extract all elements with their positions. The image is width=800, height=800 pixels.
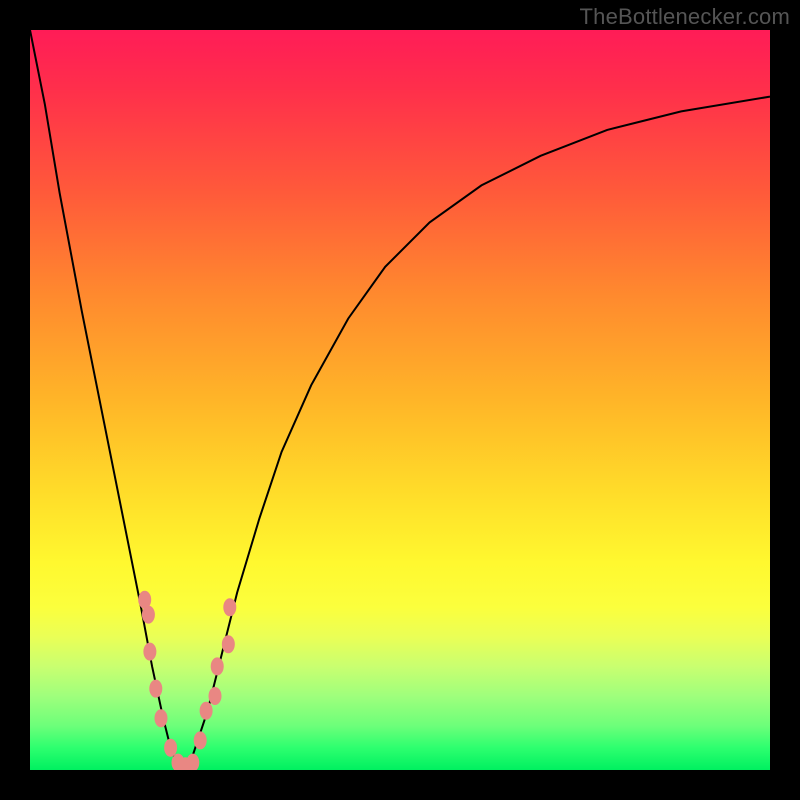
data-marker — [142, 606, 155, 624]
data-marker — [143, 643, 156, 661]
data-marker — [200, 702, 213, 720]
data-marker — [222, 635, 235, 653]
data-marker — [164, 739, 177, 757]
data-marker — [211, 657, 224, 675]
bottleneck-curve-line — [30, 30, 770, 770]
plot-area — [30, 30, 770, 770]
data-marker — [186, 754, 199, 770]
data-marker — [209, 687, 222, 705]
chart-frame: TheBottlenecker.com — [0, 0, 800, 800]
bottleneck-curve — [30, 30, 770, 770]
data-marker — [194, 731, 207, 749]
data-markers-group — [138, 591, 236, 770]
data-marker — [149, 680, 162, 698]
data-marker — [154, 709, 167, 727]
data-marker — [223, 598, 236, 616]
watermark-text: TheBottlenecker.com — [580, 4, 790, 30]
